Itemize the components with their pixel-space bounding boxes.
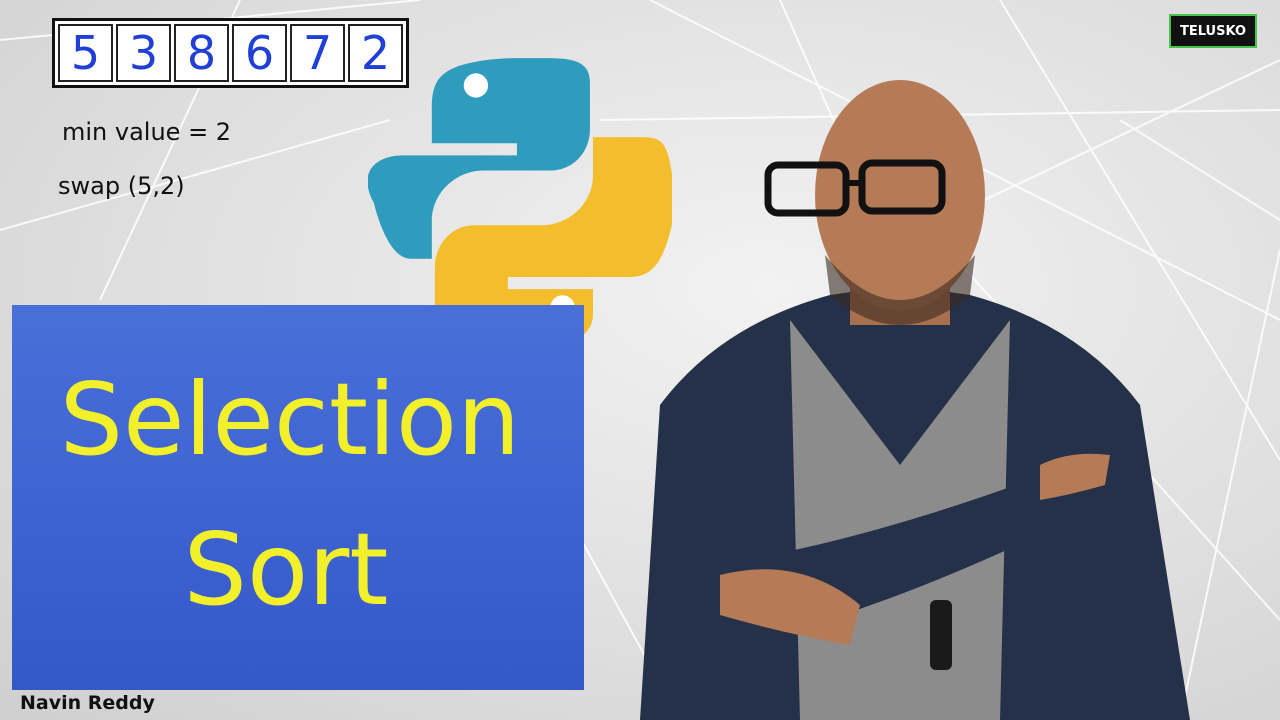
array-cell: 5 <box>58 24 113 82</box>
array-cell: 3 <box>116 24 171 82</box>
array-display: 5 3 8 6 7 2 <box>52 18 409 88</box>
array-cell: 6 <box>232 24 287 82</box>
array-cell: 7 <box>290 24 345 82</box>
title-banner: Selection Sort <box>12 305 584 690</box>
min-value-note: min value = 2 <box>62 118 232 146</box>
presenter-illustration <box>640 80 1190 720</box>
author-name: Navin Reddy <box>20 692 155 714</box>
title-line-2: Sort <box>183 511 389 628</box>
swap-note: swap (5,2) <box>58 172 185 200</box>
array-cell: 8 <box>174 24 229 82</box>
brand-badge: TELUSKO <box>1169 14 1257 48</box>
title-line-1: Selection <box>59 361 521 478</box>
